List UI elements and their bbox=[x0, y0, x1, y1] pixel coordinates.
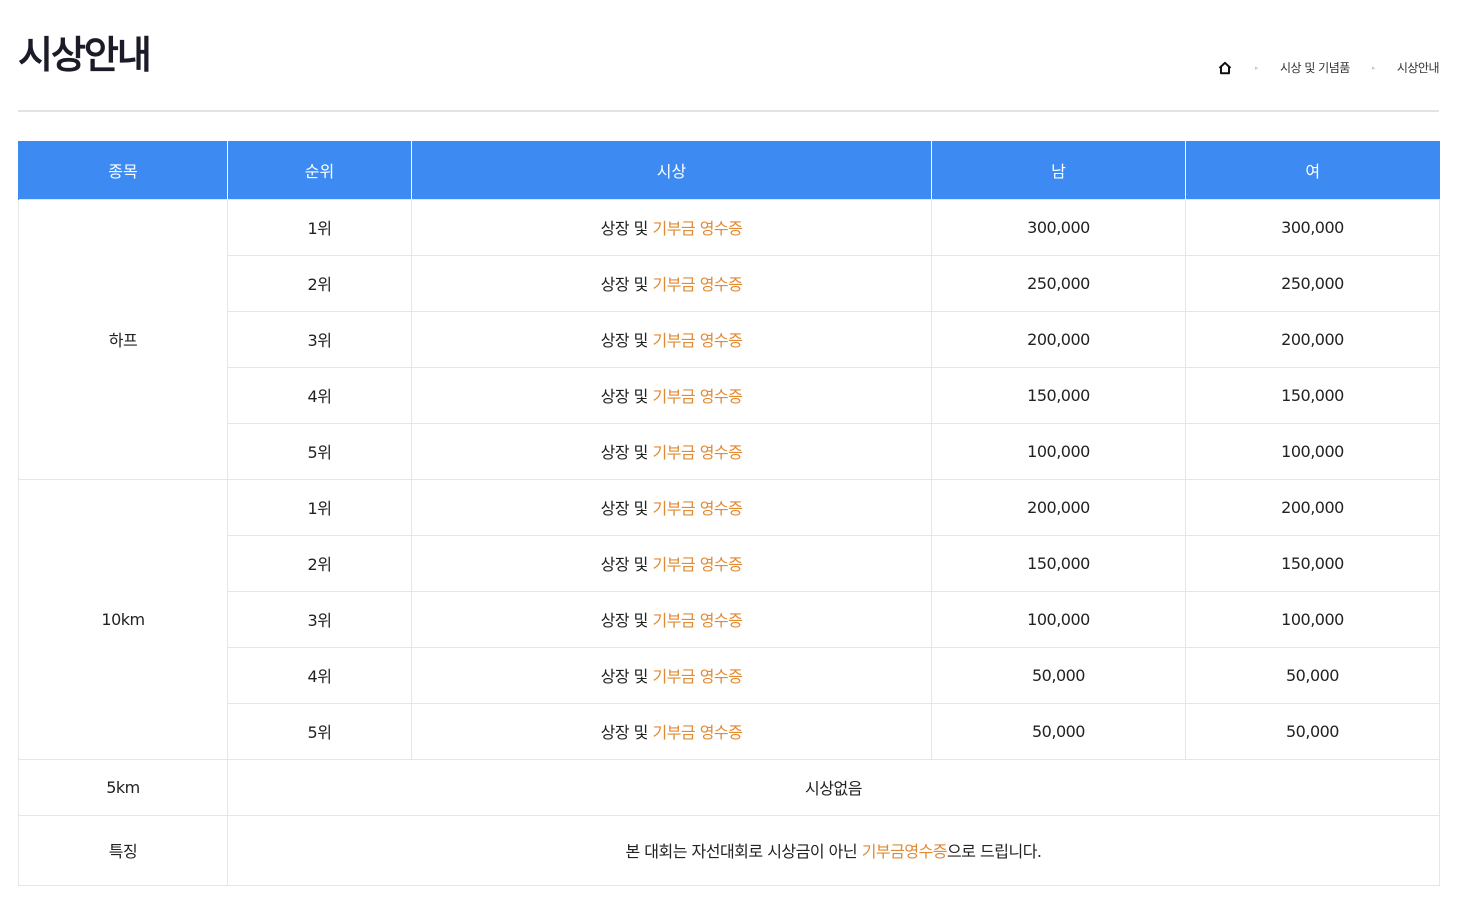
header-event: 종목 bbox=[18, 141, 228, 199]
breadcrumb-separator-icon: ▸ bbox=[1254, 63, 1259, 72]
award-text: 상장 및 bbox=[600, 499, 653, 518]
feature-highlight: 기부금영수증 bbox=[861, 842, 948, 861]
female-prize-cell: 50,000 bbox=[1185, 646, 1440, 704]
table-header-row: 종목 순위 시상 남 여 bbox=[18, 141, 1440, 199]
event-cell: 하프 bbox=[18, 198, 228, 480]
award-cell: 상장 및 기부금 영수증 bbox=[411, 478, 932, 536]
male-prize-cell: 200,000 bbox=[931, 310, 1186, 368]
award-cell: 상장 및 기부금 영수증 bbox=[411, 422, 932, 480]
male-prize-cell: 200,000 bbox=[931, 478, 1186, 536]
rank-cell: 5위 bbox=[227, 422, 412, 480]
award-highlight: 기부금 영수증 bbox=[652, 275, 743, 294]
event-cell: 5km bbox=[18, 758, 228, 816]
award-highlight: 기부금 영수증 bbox=[652, 219, 743, 238]
table-row: 3위 상장 및 기부금 영수증 200,000 200,000 bbox=[19, 310, 1440, 368]
breadcrumb: ▸ 시상 및 기념품 ▸ 시상안내 bbox=[1217, 59, 1440, 76]
table-row-5km: 5km 시상없음 bbox=[18, 758, 1440, 816]
rank-cell: 3위 bbox=[227, 590, 412, 648]
male-prize-cell: 100,000 bbox=[931, 590, 1186, 648]
award-cell: 상장 및 기부금 영수증 bbox=[411, 366, 932, 424]
rank-cell: 2위 bbox=[227, 254, 412, 312]
event-cell: 특징 bbox=[18, 814, 228, 886]
award-cell: 상장 및 기부금 영수증 bbox=[411, 198, 932, 256]
rank-cell: 1위 bbox=[227, 198, 412, 256]
male-prize-cell: 150,000 bbox=[931, 366, 1186, 424]
table-body: 하프 1위 상장 및 기부금 영수증 300,000 300,000 2위 상장 및 기부금… bbox=[18, 198, 1440, 886]
rank-cell: 2위 bbox=[227, 534, 412, 592]
title-divider bbox=[18, 110, 1439, 112]
table-row: 4위 상장 및 기부금 영수증 50,000 50,000 bbox=[19, 646, 1440, 704]
page-title: 시상안내 bbox=[18, 33, 152, 77]
header-male: 남 bbox=[931, 141, 1186, 199]
award-text: 상장 및 bbox=[600, 555, 653, 574]
female-prize-cell: 250,000 bbox=[1185, 254, 1440, 312]
award-highlight: 기부금 영수증 bbox=[652, 555, 743, 574]
rank-cell: 4위 bbox=[227, 366, 412, 424]
award-highlight: 기부금 영수증 bbox=[652, 331, 743, 350]
award-highlight: 기부금 영수증 bbox=[652, 667, 743, 686]
table-row: 10km 1위 상장 및 기부금 영수증 200,000 200,000 bbox=[18, 478, 1440, 760]
rank-cell: 1위 bbox=[227, 478, 412, 536]
male-prize-cell: 50,000 bbox=[931, 702, 1186, 760]
award-text: 상장 및 bbox=[600, 723, 653, 742]
table-row-feature: 특징 본 대회는 자선대회로 시상금이 아닌 기부금영수증으로 드립니다. bbox=[18, 814, 1440, 886]
no-award-cell: 시상없음 bbox=[227, 758, 1440, 816]
award-text: 상장 및 bbox=[600, 443, 653, 462]
table-row: 5위 상장 및 기부금 영수증 100,000 100,000 bbox=[19, 422, 1440, 480]
table-row: 4위 상장 및 기부금 영수증 150,000 150,000 bbox=[19, 366, 1440, 424]
table-row: 2위 상장 및 기부금 영수증 150,000 150,000 bbox=[19, 534, 1440, 592]
male-prize-cell: 300,000 bbox=[931, 198, 1186, 256]
award-highlight: 기부금 영수증 bbox=[652, 443, 743, 462]
female-prize-cell: 300,000 bbox=[1185, 198, 1440, 256]
home-icon[interactable] bbox=[1217, 60, 1233, 76]
rank-cell: 3위 bbox=[227, 310, 412, 368]
award-highlight: 기부금 영수증 bbox=[652, 499, 743, 518]
breadcrumb-item-awards-souvenirs[interactable]: 시상 및 기념품 bbox=[1280, 59, 1350, 76]
rank-cell: 5위 bbox=[227, 702, 412, 760]
event-cell: 10km bbox=[18, 478, 228, 760]
award-text: 상장 및 bbox=[600, 219, 653, 238]
feature-cell: 본 대회는 자선대회로 시상금이 아닌 기부금영수증으로 드립니다. bbox=[227, 814, 1440, 886]
male-prize-cell: 100,000 bbox=[931, 422, 1186, 480]
table-row: 3위 상장 및 기부금 영수증 100,000 100,000 bbox=[19, 590, 1440, 648]
rank-cell: 4위 bbox=[227, 646, 412, 704]
breadcrumb-item-awards-info[interactable]: 시상안내 bbox=[1397, 59, 1440, 76]
award-highlight: 기부금 영수증 bbox=[652, 723, 743, 742]
feature-text-end: 으로 드립니다. bbox=[947, 842, 1042, 861]
award-text: 상장 및 bbox=[600, 275, 653, 294]
awards-table: 종목 순위 시상 남 여 하프 1위 상장 및 기부금 영수증 300,000 300,… bbox=[18, 141, 1440, 886]
female-prize-cell: 200,000 bbox=[1185, 478, 1440, 536]
award-cell: 상장 및 기부금 영수증 bbox=[411, 534, 932, 592]
award-cell: 상장 및 기부금 영수증 bbox=[411, 702, 932, 760]
feature-text: 본 대회는 자선대회로 시상금이 아닌 bbox=[625, 842, 862, 861]
table-row: 하프 1위 상장 및 기부금 영수증 300,000 300,000 bbox=[18, 198, 1440, 480]
award-cell: 상장 및 기부금 영수증 bbox=[411, 310, 932, 368]
breadcrumb-separator-icon: ▸ bbox=[1371, 63, 1376, 72]
female-prize-cell: 150,000 bbox=[1185, 534, 1440, 592]
table-row: 2위 상장 및 기부금 영수증 250,000 250,000 bbox=[19, 254, 1440, 312]
header-female: 여 bbox=[1185, 141, 1440, 199]
award-highlight: 기부금 영수증 bbox=[652, 387, 743, 406]
header-rank: 순위 bbox=[227, 141, 412, 199]
award-text: 상장 및 bbox=[600, 667, 653, 686]
table-row: 5위 상장 및 기부금 영수증 50,000 50,000 bbox=[19, 702, 1440, 760]
female-prize-cell: 200,000 bbox=[1185, 310, 1440, 368]
award-cell: 상장 및 기부금 영수증 bbox=[411, 254, 932, 312]
award-text: 상장 및 bbox=[600, 331, 653, 350]
female-prize-cell: 50,000 bbox=[1185, 702, 1440, 760]
male-prize-cell: 250,000 bbox=[931, 254, 1186, 312]
award-highlight: 기부금 영수증 bbox=[652, 611, 743, 630]
award-text: 상장 및 bbox=[600, 387, 653, 406]
award-text: 상장 및 bbox=[600, 611, 653, 630]
header-award: 시상 bbox=[411, 141, 932, 199]
female-prize-cell: 100,000 bbox=[1185, 422, 1440, 480]
female-prize-cell: 100,000 bbox=[1185, 590, 1440, 648]
female-prize-cell: 150,000 bbox=[1185, 366, 1440, 424]
male-prize-cell: 50,000 bbox=[931, 646, 1186, 704]
award-cell: 상장 및 기부금 영수증 bbox=[411, 646, 932, 704]
male-prize-cell: 150,000 bbox=[931, 534, 1186, 592]
award-cell: 상장 및 기부금 영수증 bbox=[411, 590, 932, 648]
